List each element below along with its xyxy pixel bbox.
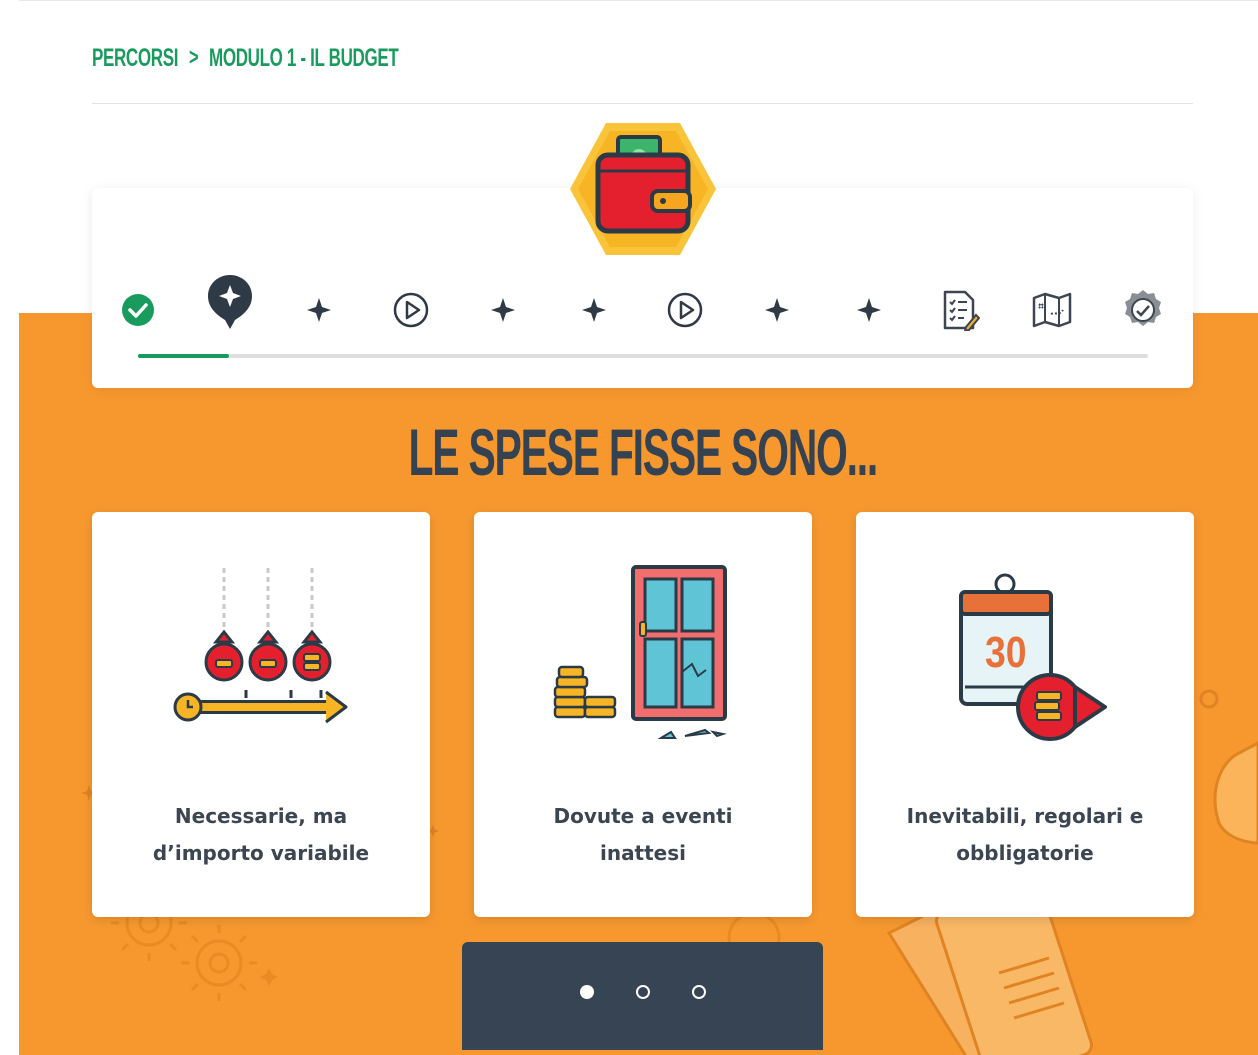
- sparkle-icon: [765, 298, 789, 322]
- broken-window-coins-icon: [553, 565, 727, 739]
- top-border: [19, 0, 1258, 1]
- breadcrumb-current: MODULO 1 - IL BUDGET: [209, 43, 399, 72]
- money-bags-timeline-icon: [173, 568, 348, 724]
- answer-label: Dovute a eventi inattesi: [553, 804, 733, 865]
- progress-track: [138, 354, 1148, 358]
- sparkle-icon: [582, 298, 606, 322]
- step-3[interactable]: [291, 282, 347, 338]
- answer-card-2[interactable]: Dovute a eventi inattesi: [474, 512, 812, 917]
- question-title: LE SPESE FISSE SONO...: [408, 415, 878, 489]
- pagination-dot-2[interactable]: [635, 985, 650, 999]
- play-circle-icon: [667, 292, 703, 328]
- step-8[interactable]: [749, 282, 805, 338]
- sparkle-icon: [857, 298, 881, 322]
- step-11[interactable]: [1024, 282, 1080, 338]
- step-6[interactable]: [566, 282, 622, 338]
- check-circle-icon: [122, 294, 154, 326]
- step-9[interactable]: [841, 282, 897, 338]
- answer-label: Inevitabili, regolari e obbligatorie: [906, 804, 1144, 865]
- step-5[interactable]: [475, 282, 531, 338]
- header-divider: [92, 103, 1193, 104]
- calendar-30-payment-icon: 30: [959, 573, 1107, 741]
- answer-card-1[interactable]: Necessarie, ma d’importo variabile: [92, 512, 430, 917]
- map-icon: [1032, 292, 1072, 328]
- quiz-document-icon: [943, 290, 980, 331]
- answer-card-3[interactable]: 30 Inevitabili, regolari e obbligatorie: [856, 512, 1194, 917]
- certificate-badge-icon: [1125, 290, 1161, 326]
- progress-fill: [138, 354, 229, 358]
- step-4[interactable]: [383, 282, 439, 338]
- breadcrumb-separator: >: [188, 44, 199, 71]
- pagination-dot-3[interactable]: [691, 985, 706, 999]
- step-7[interactable]: [657, 282, 713, 338]
- sparkle-icon: [491, 298, 515, 322]
- wallet-icon: [570, 123, 716, 255]
- breadcrumb: PERCORSI > MODULO 1 - IL BUDGET: [92, 40, 399, 76]
- step-completed[interactable]: [110, 282, 166, 338]
- sparkle-pin-icon: [208, 275, 252, 329]
- svg-text:30: 30: [985, 627, 1027, 677]
- play-circle-icon: [393, 292, 429, 328]
- sparkle-icon: [307, 298, 331, 322]
- pagination: [462, 942, 823, 1050]
- page: PERCORSI > MODULO 1 - IL BUDGET LE SPESE…: [19, 0, 1258, 1055]
- answer-label: Necessarie, ma d’importo variabile: [152, 804, 370, 865]
- breadcrumb-percorsi-link[interactable]: PERCORSI: [92, 44, 178, 73]
- pagination-dot-1[interactable]: [579, 985, 594, 999]
- step-12[interactable]: [1115, 282, 1171, 338]
- step-10[interactable]: [932, 282, 988, 338]
- step-current[interactable]: [202, 274, 258, 330]
